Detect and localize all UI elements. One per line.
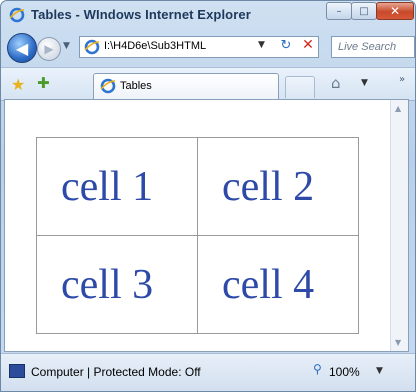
ie-icon bbox=[9, 7, 25, 23]
close-button[interactable]: ✕ bbox=[376, 2, 414, 20]
table-cell: cell 1 bbox=[36, 137, 198, 236]
back-arrow-icon: ◀ bbox=[15, 38, 29, 58]
page-content: cell 1 cell 2 cell 3 cell 4 ▲ ▼ bbox=[4, 99, 409, 352]
navigation-bar: ◀ ▶ ▼ I:\H4D6e\Sub3HTML ▼ ↻ ✕ Live Searc… bbox=[1, 31, 415, 67]
recent-pages-dropdown-icon[interactable]: ▼ bbox=[63, 41, 70, 51]
favorites-star-icon[interactable]: ★ bbox=[11, 75, 25, 94]
maximize-button[interactable]: □ bbox=[351, 2, 377, 20]
search-box[interactable]: Live Search bbox=[331, 36, 415, 58]
back-button[interactable]: ◀ bbox=[7, 33, 37, 63]
scroll-up-icon[interactable]: ▲ bbox=[395, 104, 401, 113]
tab-label: Tables bbox=[120, 80, 152, 92]
table-cell: cell 2 bbox=[197, 137, 359, 236]
vertical-scrollbar[interactable]: ▲ ▼ bbox=[390, 100, 408, 351]
window-title: Tables - WIndows Internet Explorer bbox=[31, 7, 251, 22]
zoom-icon[interactable]: ⚲ bbox=[313, 362, 322, 376]
tab-tables[interactable]: Tables bbox=[93, 73, 279, 99]
content-table: cell 1 cell 2 cell 3 cell 4 bbox=[36, 137, 359, 334]
title-bar[interactable]: Tables - WIndows Internet Explorer – □ ✕ bbox=[1, 1, 415, 27]
table-cell: cell 4 bbox=[197, 235, 359, 334]
browser-window: Tables - WIndows Internet Explorer – □ ✕… bbox=[0, 0, 416, 392]
status-bar: Computer | Protected Mode: Off ⚲ 100% ▼ bbox=[1, 353, 415, 391]
ie-icon bbox=[84, 39, 100, 55]
table-cell: cell 3 bbox=[36, 235, 198, 334]
home-dropdown-icon[interactable]: ▼ bbox=[361, 78, 368, 88]
computer-icon bbox=[9, 364, 25, 378]
table-row: cell 3 cell 4 bbox=[36, 235, 359, 334]
tab-bar: ★ ✚ Tables ⌂ ▼ » bbox=[1, 67, 415, 101]
zoom-dropdown-icon[interactable]: ▼ bbox=[376, 366, 383, 376]
refresh-icon[interactable]: ↻ bbox=[276, 38, 296, 56]
close-icon: ✕ bbox=[389, 4, 401, 18]
address-dropdown-icon[interactable]: ▼ bbox=[258, 40, 265, 50]
forward-arrow-icon: ▶ bbox=[44, 42, 54, 56]
scroll-down-icon[interactable]: ▼ bbox=[395, 338, 401, 347]
maximize-icon: □ bbox=[359, 5, 369, 17]
home-icon[interactable]: ⌂ bbox=[331, 74, 341, 92]
more-chevron-icon[interactable]: » bbox=[399, 74, 405, 85]
address-input[interactable]: I:\H4D6e\Sub3HTML bbox=[104, 40, 206, 52]
table-row: cell 1 cell 2 bbox=[36, 137, 359, 236]
status-text: Computer | Protected Mode: Off bbox=[31, 365, 201, 379]
add-favorites-icon[interactable]: ✚ bbox=[37, 74, 50, 92]
address-bar[interactable]: I:\H4D6e\Sub3HTML ▼ ↻ ✕ bbox=[79, 36, 319, 58]
stop-icon[interactable]: ✕ bbox=[298, 37, 318, 55]
search-input[interactable]: Live Search bbox=[338, 41, 396, 53]
new-tab-button[interactable] bbox=[285, 76, 315, 98]
ie-icon bbox=[100, 78, 116, 94]
zoom-level[interactable]: 100% bbox=[329, 365, 360, 379]
forward-button[interactable]: ▶ bbox=[37, 37, 61, 61]
minimize-icon: – bbox=[336, 5, 342, 17]
minimize-button[interactable]: – bbox=[326, 2, 352, 20]
